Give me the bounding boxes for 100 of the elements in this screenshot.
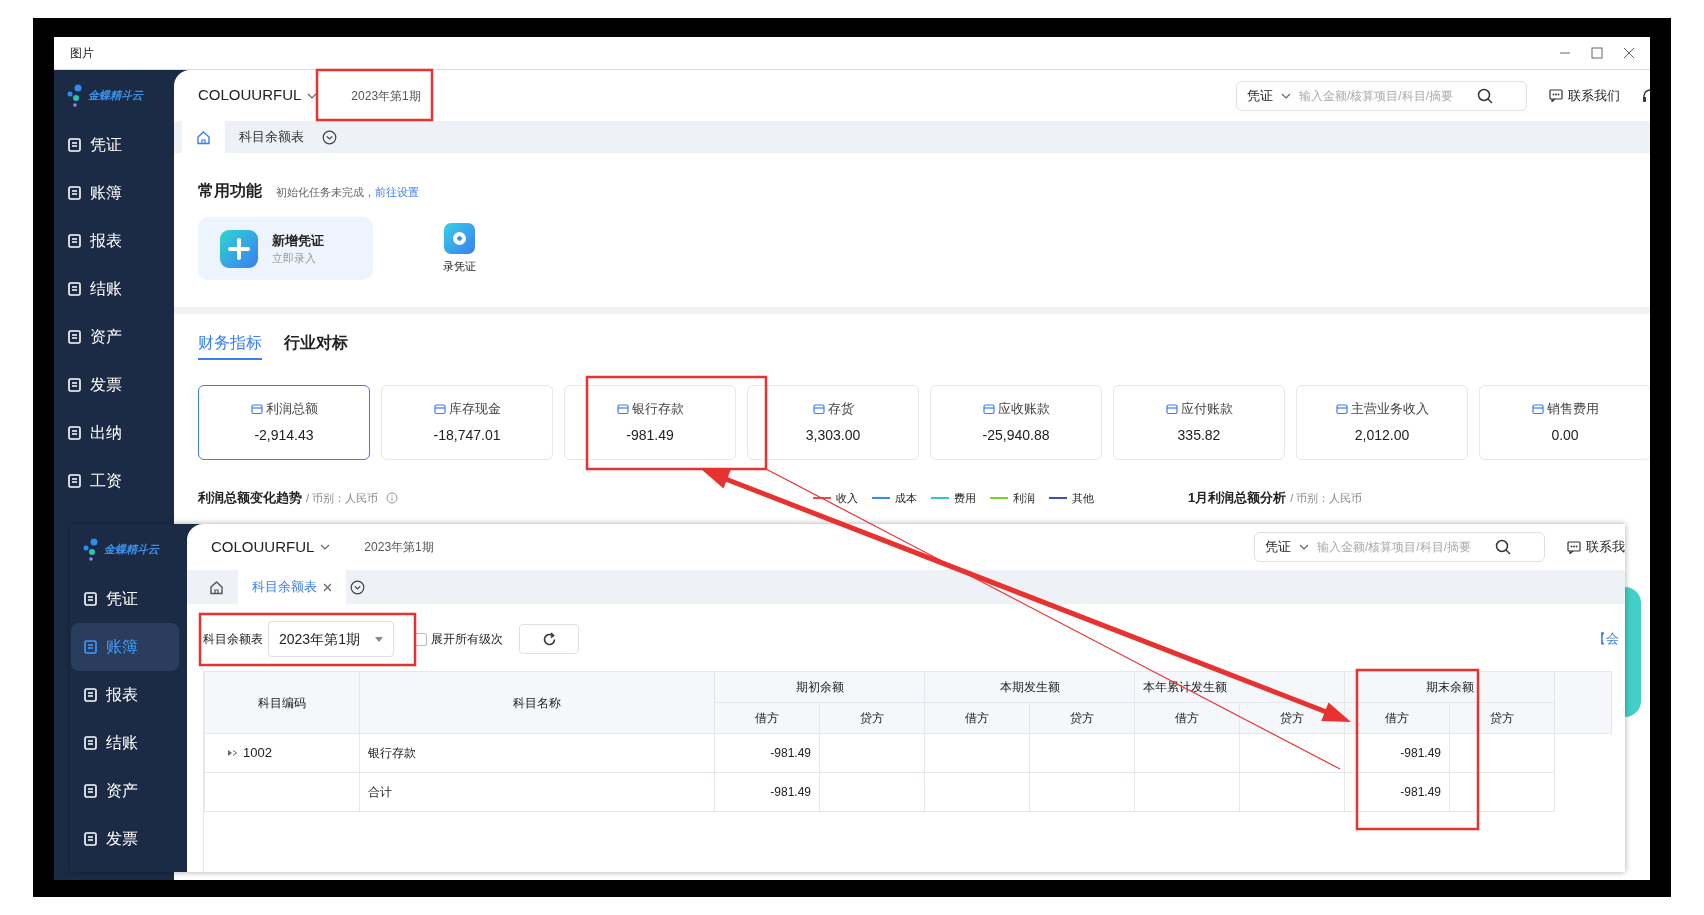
currency-label: / 币别：人民币 (306, 490, 379, 506)
metric-label: 存货 (827, 400, 854, 419)
card-icon (433, 403, 446, 415)
metric-card[interactable]: 应付账款 335.82 (1113, 385, 1285, 460)
close-icon[interactable] (1622, 46, 1636, 60)
settings-link[interactable]: 前往设置 (375, 186, 419, 198)
refresh-button[interactable] (519, 624, 579, 654)
sidebar-item[interactable]: 发票 (70, 815, 187, 863)
document-icon (68, 426, 81, 440)
period-label[interactable]: 2023年第1期 (351, 86, 421, 105)
home-icon (209, 579, 224, 595)
close-icon[interactable] (323, 582, 332, 592)
chart-title: 1月利润总额分析 (1188, 489, 1287, 508)
legend-label[interactable]: 利润 (1013, 489, 1035, 507)
currency-label: / 币别：人民币 (1290, 490, 1363, 506)
tab[interactable]: 科目余额表 (225, 121, 318, 153)
search-icon[interactable] (1477, 87, 1493, 104)
checkbox[interactable] (414, 632, 427, 646)
sidebar-item[interactable]: 结账 (70, 719, 187, 767)
brand-name: 金蝶精斗云 (88, 88, 143, 104)
sidebar-item[interactable]: 资产 (70, 767, 187, 815)
search-icon[interactable] (1495, 539, 1511, 555)
contact-link[interactable]: 联系我 (1586, 537, 1625, 557)
document-icon (84, 784, 97, 798)
sidebar-item[interactable]: 报表 (70, 671, 187, 719)
document-icon (68, 378, 81, 392)
home-icon (196, 129, 211, 145)
legend-label[interactable]: 成本 (895, 489, 917, 507)
metric-value: -25,940.88 (982, 425, 1050, 445)
document-icon (84, 832, 97, 846)
metric-label: 应收账款 (997, 400, 1050, 419)
tab[interactable]: 科目余额表 (238, 570, 346, 604)
column-header: 借方 (714, 702, 820, 734)
checkbox-label[interactable]: 展开所有级次 (431, 630, 503, 648)
sidebar-item[interactable]: 凭证 (70, 575, 187, 623)
new-voucher-card[interactable]: 新增凭证 立即录入 (198, 217, 373, 280)
column-header: 科目编码 (204, 671, 360, 734)
sidebar-item[interactable]: 报表 (54, 217, 174, 265)
document-icon (84, 640, 97, 654)
legend-label[interactable]: 收入 (836, 489, 858, 507)
sidebar-item[interactable]: 出纳 (54, 409, 174, 457)
sidebar-item[interactable]: 账簿 (54, 169, 174, 217)
table-cell: -981.49 (1344, 733, 1450, 773)
info-icon (386, 492, 399, 504)
card-icon (982, 403, 995, 415)
column-header: 期末余额 (1344, 671, 1555, 703)
card-title: 新增凭证 (272, 231, 324, 250)
chat-icon (1567, 540, 1581, 554)
period-select[interactable]: 2023年第1期 (268, 621, 394, 657)
table-cell: -981.49 (714, 733, 820, 773)
metric-card[interactable]: 存货 3,303.00 (747, 385, 919, 460)
expand-arrow-icon[interactable] (227, 749, 239, 757)
sidebar-item[interactable]: 工资 (54, 457, 174, 505)
contact-link[interactable]: 联系我们 (1568, 85, 1620, 106)
metric-value: -981.49 (626, 425, 674, 445)
metric-card[interactable]: 利润总额 -2,914.43 (198, 385, 370, 460)
sidebar-item[interactable]: 凭证 (54, 121, 174, 169)
dropdown-circle-icon[interactable] (350, 579, 365, 595)
tile-label[interactable]: 录凭证 (443, 257, 476, 275)
chevron-down-icon (1281, 91, 1291, 100)
chevron-down-icon (320, 543, 331, 551)
company-selector[interactable]: COLOUURFUL (211, 535, 331, 559)
search-field[interactable]: 凭证 输入金额/核算项目/科目/摘要 (1236, 80, 1527, 111)
card-icon (1165, 403, 1178, 415)
metric-label: 银行存款 (631, 400, 684, 419)
period-label[interactable]: 2023年第1期 (364, 538, 434, 556)
target-icon[interactable] (444, 222, 475, 254)
metric-card[interactable]: 应收账款 -25,940.88 (930, 385, 1102, 460)
metric-card[interactable]: 银行存款 -981.49 (564, 385, 736, 460)
column-header: 科目名称 (359, 671, 715, 734)
section-tab[interactable]: 财务指标 (198, 331, 262, 360)
document-icon (68, 474, 81, 488)
search-field[interactable]: 凭证 输入金额/核算项目/科目/摘要 (1254, 532, 1545, 562)
chevron-down-icon (1299, 543, 1309, 551)
column-header: 贷方 (1029, 702, 1135, 734)
card-subtitle: 立即录入 (272, 251, 317, 266)
table-cell: 银行存款 (359, 733, 715, 773)
legend-label[interactable]: 其他 (1072, 489, 1094, 507)
sidebar-item[interactable]: 发票 (54, 361, 174, 409)
document-icon (68, 330, 81, 344)
sidebar-item[interactable]: 账簿 (71, 623, 179, 671)
section-tab[interactable]: 行业对标 (284, 331, 348, 360)
company-selector[interactable]: COLOUURFUL (198, 84, 318, 107)
metric-value: 2,012.00 (1354, 425, 1410, 445)
metric-label: 销售费用 (1546, 400, 1599, 419)
column-header: 借方 (1134, 702, 1240, 734)
category-selector[interactable]: 凭证 (1247, 85, 1273, 106)
card-icon (1531, 403, 1544, 415)
caret-icon (375, 636, 383, 642)
sidebar-item[interactable]: 资产 (54, 313, 174, 361)
card-icon (616, 403, 629, 415)
side-link[interactable]: 【会 (1593, 629, 1625, 649)
plus-icon[interactable] (220, 229, 258, 268)
metric-card[interactable]: 主营业务收入 2,012.00 (1296, 385, 1468, 460)
brand-name: 金蝶精斗云 (104, 542, 159, 558)
legend-label[interactable]: 费用 (954, 489, 976, 507)
metric-card[interactable]: 库存现金 -18,747.01 (381, 385, 553, 460)
dropdown-circle-icon[interactable] (322, 129, 337, 145)
category-selector[interactable]: 凭证 (1265, 537, 1291, 557)
sidebar-item[interactable]: 结账 (54, 265, 174, 313)
